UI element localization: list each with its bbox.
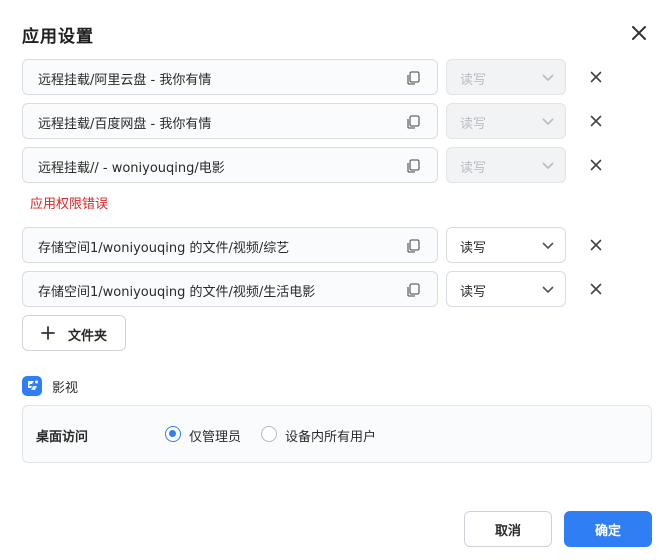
add-folder-button[interactable]: 文件夹 [22,315,126,351]
remove-mount-icon[interactable] [588,113,604,129]
app-name: 影视 [52,381,79,396]
mount-path-text: 远程挂载// - woniyouqing/电影 [38,161,225,176]
copy-icon[interactable] [405,238,421,254]
chevron-down-icon [542,74,554,82]
add-folder-label: 文件夹 [68,329,108,344]
mount-path-field: 远程挂载/百度网盘 - 我你有情 [22,103,438,139]
permission-select[interactable]: 读写 [446,227,566,263]
radio-all-users[interactable] [261,426,277,442]
permission-select[interactable]: 读写 [446,271,566,307]
mount-row: 远程挂载/百度网盘 - 我你有情 读写 [22,103,642,139]
permission-select[interactable]: 读写 [446,147,566,183]
remove-mount-icon[interactable] [588,281,604,297]
copy-icon[interactable] [405,114,421,130]
dialog-title: 应用设置 [22,27,94,47]
permission-error-text: 应用权限错误 [30,197,109,212]
mount-row: 存储空间1/woniyouqing 的文件/视频/综艺 读写 [22,227,642,263]
radio-admin-only[interactable] [165,426,181,442]
mount-path-text: 存储空间1/woniyouqing 的文件/视频/综艺 [38,241,290,256]
mount-path-text: 远程挂载/阿里云盘 - 我你有情 [38,73,212,88]
remove-mount-icon[interactable] [588,157,604,173]
mount-path-field: 远程挂载/阿里云盘 - 我你有情 [22,59,438,95]
radio-all-users-label[interactable]: 设备内所有用户 [285,426,376,445]
permission-value: 读写 [460,161,487,176]
permission-value: 读写 [460,285,487,300]
remove-mount-icon[interactable] [588,69,604,85]
mount-path-field: 远程挂载// - woniyouqing/电影 [22,147,438,183]
remove-mount-icon[interactable] [588,237,604,253]
mount-path-field: 存储空间1/woniyouqing 的文件/视频/生活电影 [22,271,438,307]
permission-select[interactable]: 读写 [446,103,566,139]
confirm-button[interactable]: 确定 [564,511,652,547]
cancel-button[interactable]: 取消 [464,511,552,547]
permission-value: 读写 [460,241,487,256]
desktop-access-panel: 桌面访问 仅管理员 设备内所有用户 [22,405,652,463]
close-icon[interactable] [628,22,650,44]
mount-path-text: 远程挂载/百度网盘 - 我你有情 [38,117,212,132]
chevron-down-icon [542,162,554,170]
mount-path-field: 存储空间1/woniyouqing 的文件/视频/综艺 [22,227,438,263]
video-app-icon [22,376,42,396]
copy-icon[interactable] [405,70,421,86]
chevron-down-icon [542,242,554,250]
permission-select[interactable]: 读写 [446,59,566,95]
chevron-down-icon [542,286,554,294]
copy-icon[interactable] [405,282,421,298]
permission-value: 读写 [460,73,487,88]
mount-row: 远程挂载/阿里云盘 - 我你有情 读写 [22,59,642,95]
desktop-access-label: 桌面访问 [36,430,89,445]
chevron-down-icon [542,118,554,126]
copy-icon[interactable] [405,158,421,174]
permission-value: 读写 [460,117,487,132]
mount-row: 存储空间1/woniyouqing 的文件/视频/生活电影 读写 [22,271,642,307]
mount-path-text: 存储空间1/woniyouqing 的文件/视频/生活电影 [38,285,316,300]
plus-icon [41,326,55,340]
radio-admin-only-label[interactable]: 仅管理员 [189,426,241,445]
mount-row: 远程挂载// - woniyouqing/电影 读写 [22,147,642,183]
